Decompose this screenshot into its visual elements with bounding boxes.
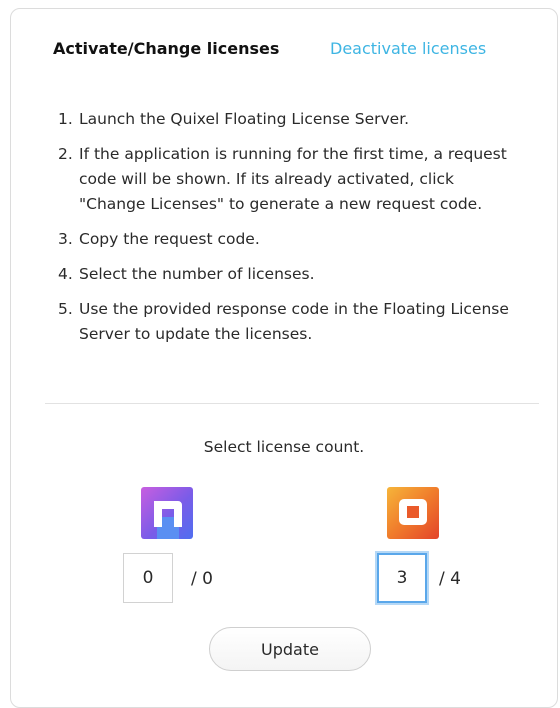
step-text: If the application is running for the fi…	[79, 145, 507, 213]
license-count-input-n[interactable]	[123, 553, 173, 603]
license-count-input-d[interactable]	[377, 553, 427, 603]
step-text: Select the number of licenses.	[79, 265, 315, 283]
step-item: 2. If the application is running for the …	[51, 142, 521, 217]
license-count-label: Select license count.	[203, 438, 365, 456]
tab-deactivate-licenses[interactable]: Deactivate licenses	[330, 39, 486, 59]
tab-bar: Activate/Change licenses Deactivate lice…	[11, 9, 557, 89]
step-item: 3. Copy the request code.	[51, 227, 521, 252]
section-divider	[45, 403, 539, 404]
step-number: 2.	[58, 145, 73, 163]
step-text: Copy the request code.	[79, 230, 260, 248]
step-item: 4. Select the number of licenses.	[51, 262, 521, 287]
step-number: 4.	[58, 265, 73, 283]
license-total-n: / 0	[191, 569, 213, 589]
update-button[interactable]: Update	[209, 627, 371, 671]
orange-d-logo-icon	[387, 487, 439, 539]
step-number: 1.	[58, 110, 73, 128]
product-license-n: / 0	[121, 487, 281, 607]
step-number: 5.	[58, 300, 73, 318]
tab-activate-change-licenses[interactable]: Activate/Change licenses	[53, 39, 279, 59]
step-item: 1. Launch the Quixel Floating License Ser…	[51, 107, 521, 132]
license-panel: Activate/Change licenses Deactivate lice…	[10, 8, 558, 708]
step-item: 5. Use the provided response code in the …	[51, 297, 521, 347]
step-number: 3.	[58, 230, 73, 248]
step-text: Use the provided response code in the Fl…	[79, 300, 509, 343]
instruction-steps: 1. Launch the Quixel Floating License Ser…	[51, 107, 521, 357]
step-text: Launch the Quixel Floating License Serve…	[79, 110, 410, 128]
product-license-d: / 4	[363, 487, 523, 607]
license-total-d: / 4	[439, 569, 461, 589]
purple-n-logo-icon	[141, 487, 193, 539]
